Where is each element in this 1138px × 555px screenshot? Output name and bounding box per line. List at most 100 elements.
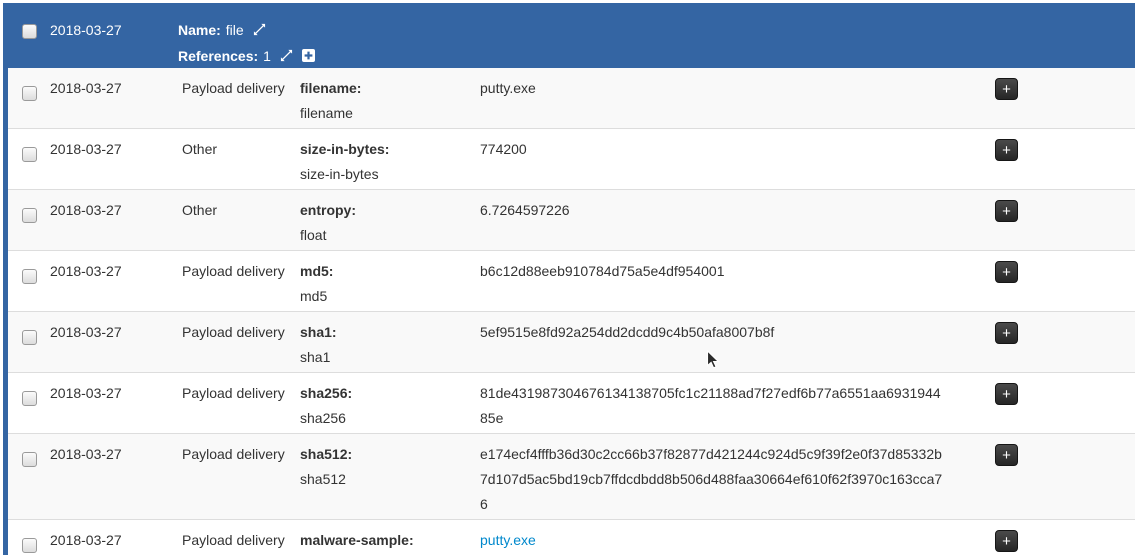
attribute-relation-label: entropy:: [300, 198, 480, 223]
attribute-type-cell: size-in-bytes: size-in-bytes: [300, 137, 480, 187]
attribute-relation-label: sha256:: [300, 381, 480, 406]
attribute-action-cell: +: [987, 198, 1135, 222]
attribute-value-cell: e174ecf4fffb36d30c2cc66b37f82877d421244c…: [480, 442, 987, 517]
attribute-value: 774200: [480, 137, 946, 162]
attribute-value-link[interactable]: putty.exe: [480, 528, 946, 553]
row-checkbox[interactable]: [22, 269, 37, 284]
attribute-value-cell: 774200: [480, 137, 987, 162]
attribute-row: 2018-03-27 Payload delivery sha1: sha1 5…: [8, 312, 1135, 373]
attribute-category: Payload delivery: [182, 76, 300, 101]
attribute-value-cell: 5ef9515e8fd92a254dd2dcdd9c4b50afa8007b8f: [480, 320, 987, 345]
row-checkbox-cell: [8, 198, 50, 231]
row-checkbox[interactable]: [22, 147, 37, 162]
add-button[interactable]: +: [995, 261, 1018, 283]
attribute-row: 2018-03-27 Other size-in-bytes: size-in-…: [8, 129, 1135, 190]
add-button[interactable]: +: [995, 530, 1018, 552]
attribute-relation-label: sha1:: [300, 320, 480, 345]
attribute-type-cell: sha256: sha256: [300, 381, 480, 431]
row-checkbox[interactable]: [22, 538, 37, 553]
row-checkbox-cell: [8, 259, 50, 292]
add-button[interactable]: +: [995, 383, 1018, 405]
attribute-date: 2018-03-27: [50, 528, 182, 553]
attribute-relation-label: md5:: [300, 259, 480, 284]
attribute-type: sha512: [300, 467, 480, 492]
attribute-row: 2018-03-27 Payload delivery filename: fi…: [8, 68, 1135, 129]
attribute-row: 2018-03-27 Payload delivery sha256: sha2…: [8, 373, 1135, 434]
row-checkbox-cell: [8, 442, 50, 475]
attribute-type-cell: sha1: sha1: [300, 320, 480, 370]
attribute-type: size-in-bytes: [300, 162, 480, 187]
attribute-date: 2018-03-27: [50, 198, 182, 223]
attribute-date: 2018-03-27: [50, 137, 182, 162]
attribute-type-cell: sha512: sha512: [300, 442, 480, 492]
attribute-value-cell: putty.exe: [480, 528, 987, 553]
attribute-category: Other: [182, 198, 300, 223]
attribute-value-cell: 81de431987304676134138705fc1c21188ad7f27…: [480, 381, 987, 431]
select-all-checkbox[interactable]: [22, 24, 37, 39]
attribute-action-cell: +: [987, 137, 1135, 161]
references-label: References:: [178, 48, 258, 64]
attribute-action-cell: +: [987, 528, 1135, 552]
object-meta: Name:file References: 1: [178, 3, 1135, 70]
attribute-value: 81de431987304676134138705fc1c21188ad7f27…: [480, 381, 946, 431]
attribute-value: e174ecf4fffb36d30c2cc66b37f82877d421244c…: [480, 442, 946, 517]
attribute-row: 2018-03-27 Payload delivery sha512: sha5…: [8, 434, 1135, 520]
attribute-value: 5ef9515e8fd92a254dd2dcdd9c4b50afa8007b8f: [480, 320, 946, 345]
attribute-relation-label: sha512:: [300, 442, 480, 467]
attribute-type: filename: [300, 101, 480, 126]
add-button[interactable]: +: [995, 444, 1018, 466]
attribute-category: Payload delivery: [182, 528, 300, 553]
add-button[interactable]: +: [995, 139, 1018, 161]
attribute-date: 2018-03-27: [50, 381, 182, 406]
add-button[interactable]: +: [995, 200, 1018, 222]
attribute-type-cell: malware-sample:: [300, 528, 480, 553]
attribute-value-cell: b6c12d88eeb910784d75a5e4df954001: [480, 259, 987, 284]
attribute-rows: 2018-03-27 Payload delivery filename: fi…: [8, 68, 1135, 555]
attribute-type-cell: md5: md5: [300, 259, 480, 309]
row-checkbox-cell: [8, 137, 50, 170]
expand-icon[interactable]: [253, 19, 266, 44]
row-checkbox-cell: [8, 381, 50, 414]
attribute-value-cell: putty.exe: [480, 76, 987, 101]
row-checkbox[interactable]: [22, 86, 37, 101]
attribute-action-cell: +: [987, 381, 1135, 405]
attribute-value-cell: 6.7264597226: [480, 198, 987, 223]
attribute-date: 2018-03-27: [50, 76, 182, 101]
attribute-type: sha256: [300, 406, 480, 431]
attribute-relation-label: size-in-bytes:: [300, 137, 480, 162]
attribute-category: Payload delivery: [182, 259, 300, 284]
attribute-date: 2018-03-27: [50, 442, 182, 467]
row-checkbox[interactable]: [22, 452, 37, 467]
expand-icon[interactable]: [280, 45, 293, 70]
attribute-value: b6c12d88eeb910784d75a5e4df954001: [480, 259, 946, 284]
add-reference-icon[interactable]: [302, 45, 315, 70]
object-name-line: Name:file: [178, 18, 1135, 44]
attribute-action-cell: +: [987, 76, 1135, 100]
attribute-type-cell: filename: filename: [300, 76, 480, 126]
object-name-label: Name:: [178, 22, 221, 38]
row-checkbox-cell: [8, 320, 50, 353]
attribute-type: md5: [300, 284, 480, 309]
attribute-type: sha1: [300, 345, 480, 370]
attribute-date: 2018-03-27: [50, 259, 182, 284]
attribute-row: 2018-03-27 Payload delivery md5: md5 b6c…: [8, 251, 1135, 312]
row-checkbox-cell: [8, 76, 50, 109]
attribute-category: Payload delivery: [182, 442, 300, 467]
add-button[interactable]: +: [995, 78, 1018, 100]
attribute-category: Payload delivery: [182, 320, 300, 345]
attribute-row: 2018-03-27 Other entropy: float 6.726459…: [8, 190, 1135, 251]
attribute-row: 2018-03-27 Payload delivery malware-samp…: [8, 520, 1135, 555]
row-checkbox[interactable]: [22, 330, 37, 345]
attribute-category: Payload delivery: [182, 381, 300, 406]
attribute-type-cell: entropy: float: [300, 198, 480, 248]
attribute-action-cell: +: [987, 320, 1135, 344]
attribute-category: Other: [182, 137, 300, 162]
row-checkbox[interactable]: [22, 208, 37, 223]
header-checkbox-cell: [8, 3, 50, 47]
row-checkbox[interactable]: [22, 391, 37, 406]
references-count: 1: [263, 48, 271, 64]
add-button[interactable]: +: [995, 322, 1018, 344]
row-checkbox-cell: [8, 528, 50, 555]
attribute-type: float: [300, 223, 480, 248]
attribute-value: 6.7264597226: [480, 198, 946, 223]
